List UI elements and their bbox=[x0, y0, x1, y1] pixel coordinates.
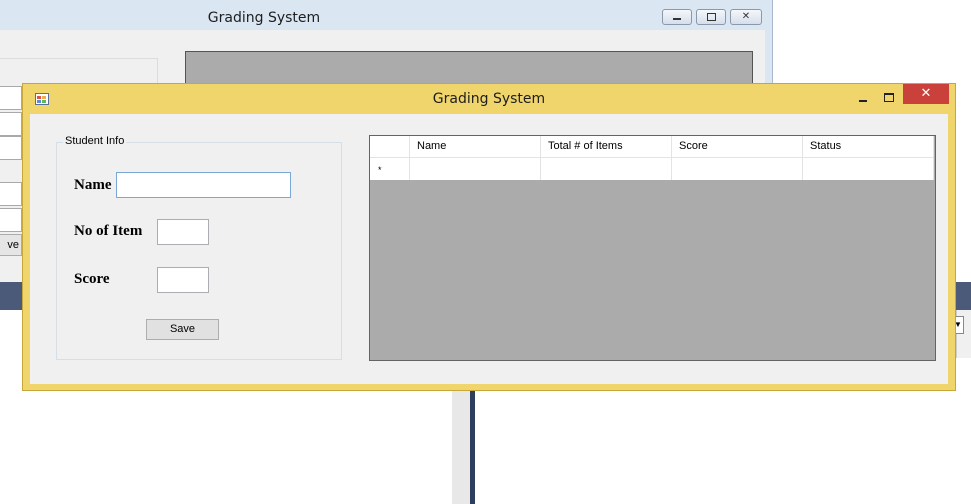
no-of-item-label: No of Item bbox=[74, 223, 143, 239]
score-label: Score bbox=[74, 271, 110, 287]
student-data-grid[interactable]: Name Total # of Items Score Status * bbox=[369, 135, 936, 361]
save-button[interactable]: Save bbox=[146, 319, 219, 340]
window-title: Grading System bbox=[432, 91, 546, 107]
column-header-name[interactable]: Name bbox=[410, 136, 541, 157]
grid-cell-status[interactable] bbox=[803, 158, 934, 180]
close-icon: ✕ bbox=[741, 11, 751, 22]
background-input[interactable] bbox=[0, 112, 22, 136]
name-input[interactable] bbox=[116, 172, 291, 198]
window-client-area: Student Info Name No of Item Score Save … bbox=[30, 114, 948, 384]
row-header-corner[interactable] bbox=[370, 136, 410, 157]
grading-system-window: Grading System ✕ Student Info Name No of… bbox=[22, 83, 956, 391]
column-header-status[interactable]: Status bbox=[803, 136, 934, 157]
background-input[interactable] bbox=[0, 86, 22, 110]
close-button[interactable]: ✕ bbox=[903, 84, 949, 104]
grid-header-row: Name Total # of Items Score Status bbox=[370, 136, 934, 157]
new-row-marker[interactable]: * bbox=[370, 158, 410, 180]
background-save-button[interactable]: ve bbox=[0, 234, 22, 256]
grid-new-row[interactable]: * bbox=[370, 157, 934, 180]
no-of-item-input[interactable] bbox=[157, 219, 209, 245]
background-close-button[interactable]: ✕ bbox=[730, 9, 762, 25]
name-label: Name bbox=[74, 177, 112, 193]
background-data-grid bbox=[185, 51, 753, 87]
minimize-button[interactable] bbox=[849, 90, 875, 108]
column-header-total-items[interactable]: Total # of Items bbox=[541, 136, 672, 157]
background-input[interactable] bbox=[0, 136, 22, 160]
background-restore-button[interactable] bbox=[696, 9, 726, 25]
column-header-score[interactable]: Score bbox=[672, 136, 803, 157]
background-input[interactable] bbox=[0, 182, 22, 206]
score-input[interactable] bbox=[157, 267, 209, 293]
grid-cell-name[interactable] bbox=[410, 158, 541, 180]
student-info-group-label: Student Info bbox=[63, 135, 127, 147]
grid-cell-score[interactable] bbox=[672, 158, 803, 180]
student-info-group: Student Info Name No of Item Score Save bbox=[56, 135, 342, 360]
minimize-icon bbox=[673, 18, 681, 20]
maximize-button[interactable] bbox=[875, 90, 901, 108]
background-minimize-button[interactable] bbox=[662, 9, 692, 25]
window-titlebar[interactable]: Grading System ✕ bbox=[23, 84, 955, 114]
close-icon: ✕ bbox=[920, 86, 932, 101]
background-window-title: Grading System bbox=[207, 10, 321, 26]
background-input[interactable] bbox=[0, 208, 22, 232]
grid-cell-total-items[interactable] bbox=[541, 158, 672, 180]
restore-icon bbox=[707, 13, 716, 21]
